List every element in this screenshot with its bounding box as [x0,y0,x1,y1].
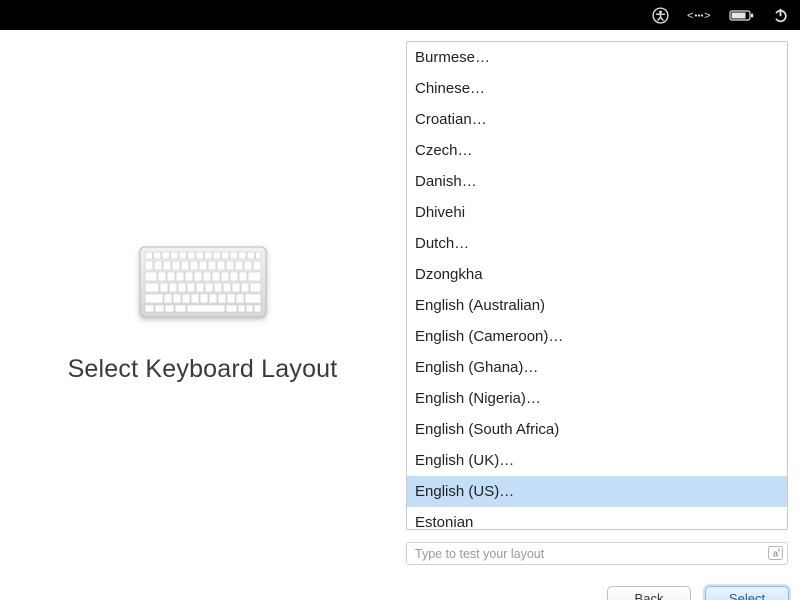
menubar: <> [0,0,800,30]
svg-text:>: > [704,11,711,22]
layout-option[interactable]: English (UK)… [407,445,787,476]
layout-option[interactable]: English (US)… [407,476,787,507]
layout-option[interactable]: Chinese… [407,73,787,104]
layout-option[interactable]: English (Nigeria)… [407,383,787,414]
keyboard-layout-list[interactable]: Afghan DariAfghan PashtoAfghan UzbekArab… [406,41,788,530]
layout-option[interactable]: Czech… [407,135,787,166]
page-title: Select Keyboard Layout [68,355,338,384]
battery-icon[interactable] [729,9,755,22]
left-pane: Select Keyboard Layout [0,30,405,530]
layout-option[interactable]: Burmese… [407,42,787,73]
keyboard-icon [139,246,267,323]
back-button[interactable]: Back [607,586,691,600]
layout-option[interactable]: English (South Africa) [407,414,787,445]
accessibility-icon[interactable] [652,7,669,24]
network-icon[interactable]: <> [687,9,711,22]
layout-option[interactable]: Dhivehi [407,197,787,228]
layout-option[interactable]: Estonian [407,507,787,529]
svg-text:<: < [687,11,694,22]
layout-option[interactable]: Dutch… [407,228,787,259]
layout-option[interactable]: Danish… [407,166,787,197]
layout-option[interactable]: Croatian… [407,104,787,135]
layout-option[interactable]: Dzongkha [407,259,787,290]
layout-option[interactable]: English (Ghana)… [407,352,787,383]
footer-buttons: Back Select [0,574,800,600]
test-layout-input[interactable] [406,542,788,565]
test-layout-field-wrap: a [406,542,788,565]
power-icon[interactable] [773,8,788,23]
layout-option[interactable]: English (Cameroon)… [407,321,787,352]
layout-option[interactable]: English (Australian) [407,290,787,321]
setup-assistant-panel: Select Keyboard Layout Afghan DariAfghan… [0,30,800,600]
select-button[interactable]: Select [705,586,789,600]
